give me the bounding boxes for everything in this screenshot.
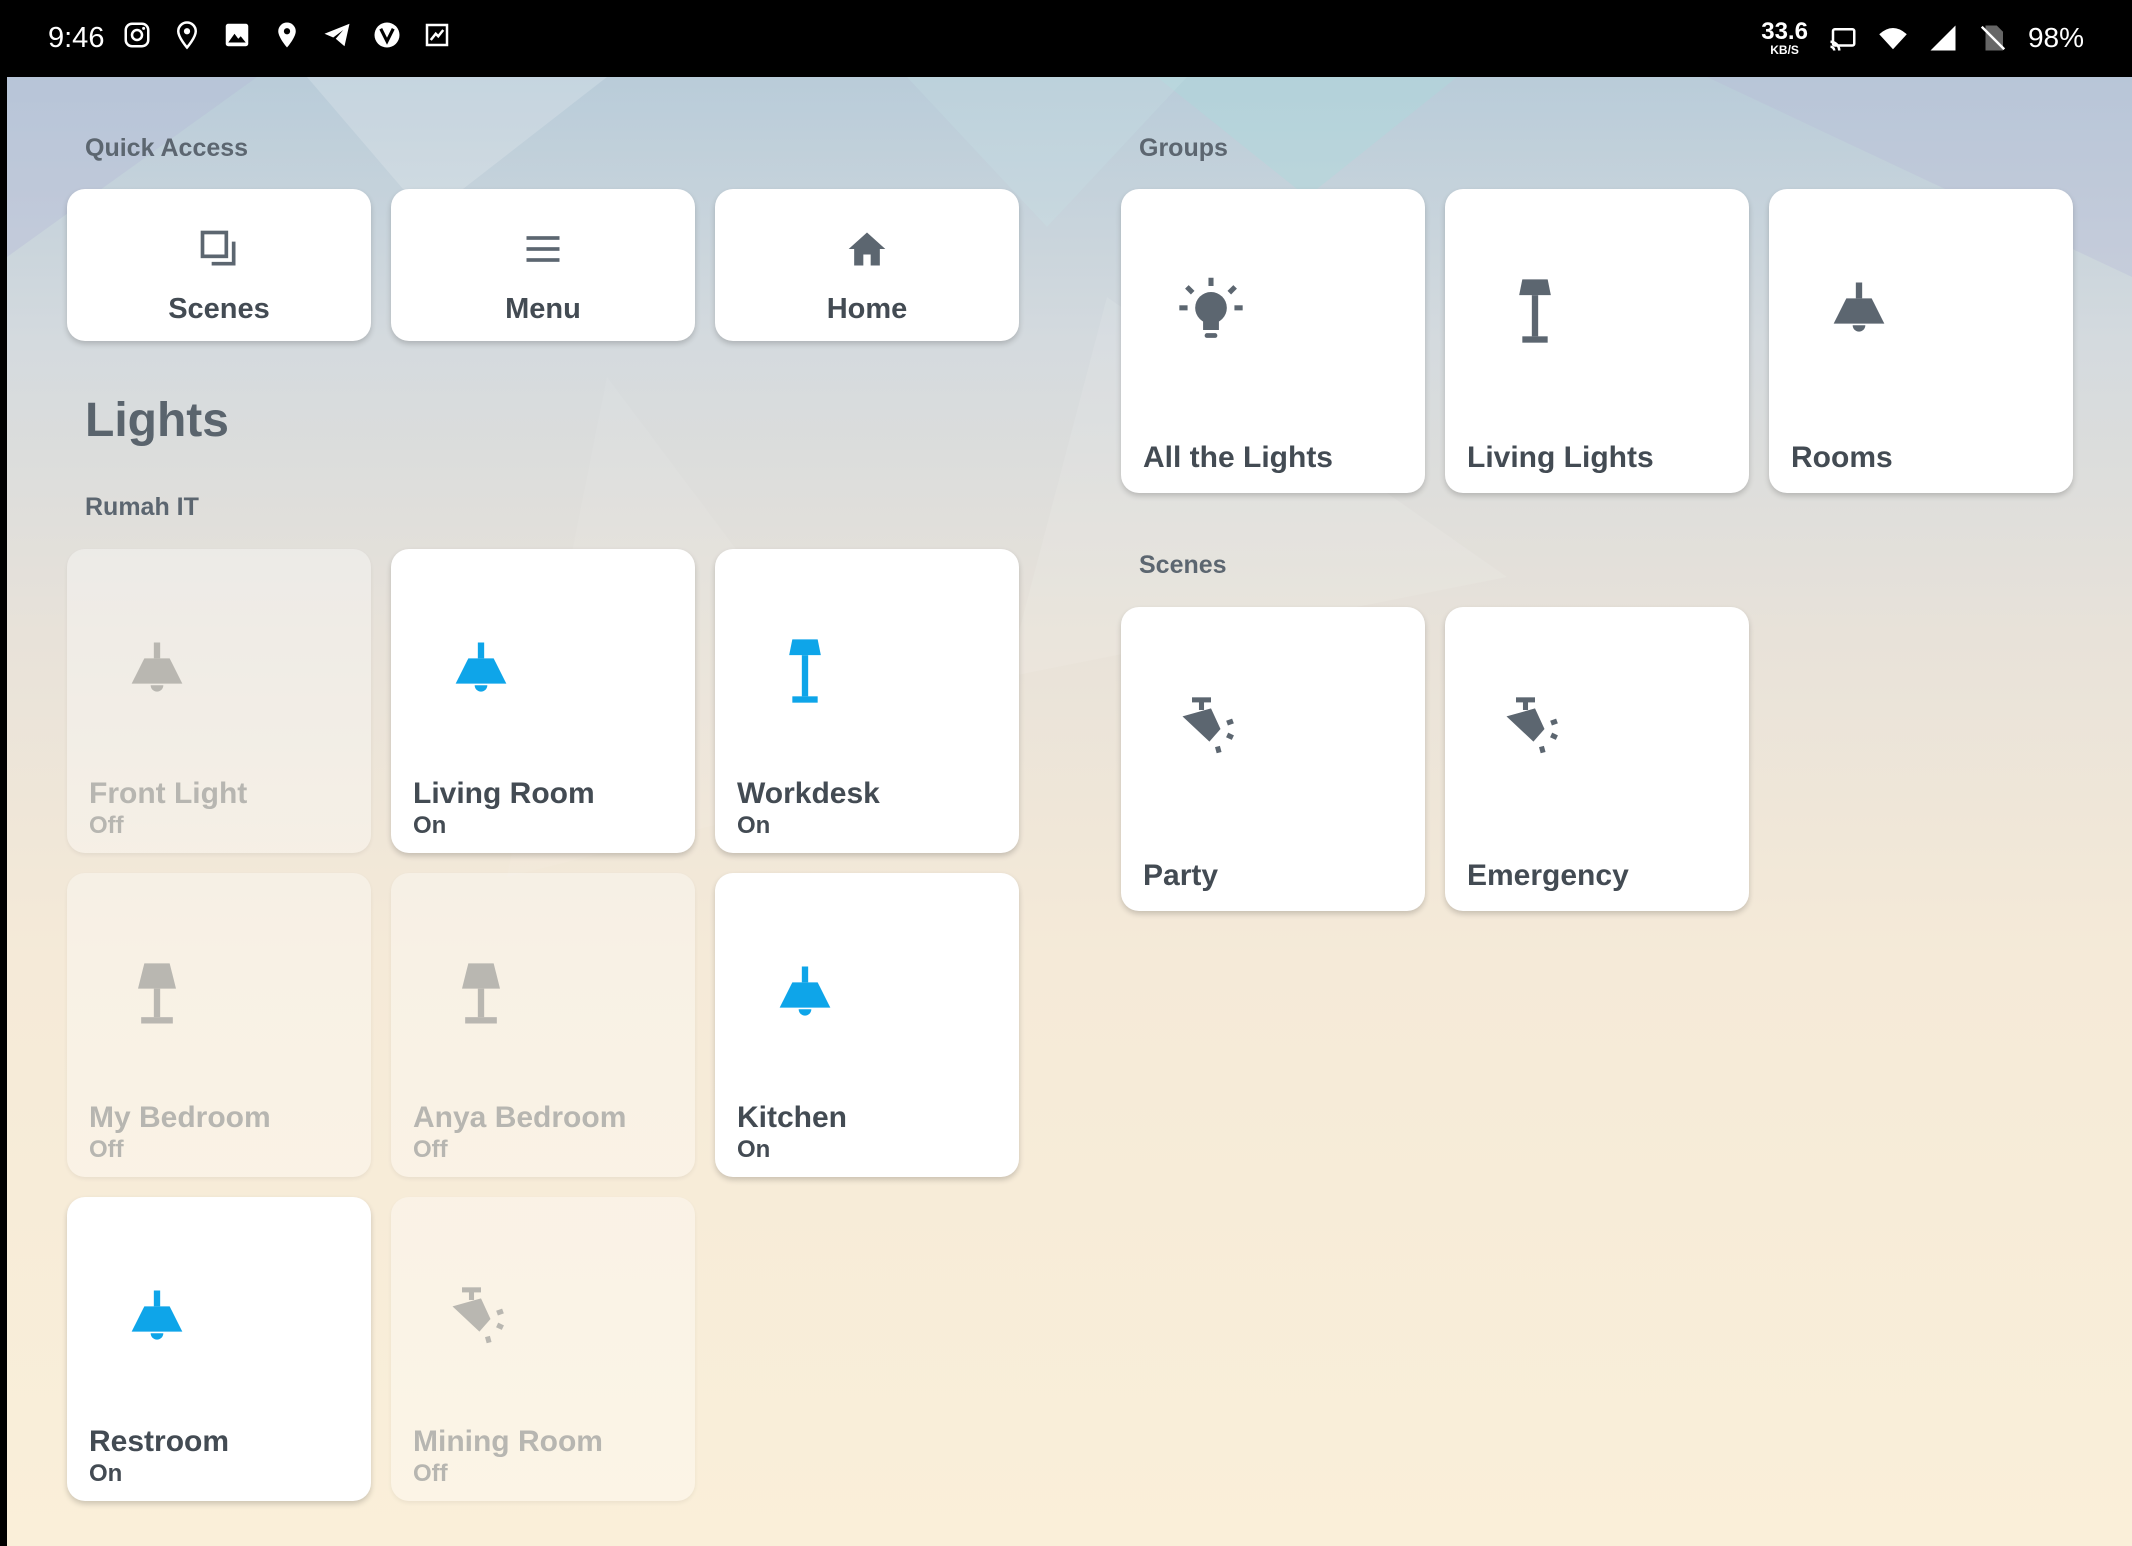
group-tile-all-the-lights[interactable]: All the Lights <box>1121 189 1425 493</box>
light-tile-living-room[interactable]: Living Room On <box>391 549 695 853</box>
scene-tile-party[interactable]: Party <box>1121 607 1425 911</box>
ceiling-lamp-icon <box>119 633 195 709</box>
light-state: Off <box>89 812 124 839</box>
network-speed-unit: KB/S <box>1770 43 1799 57</box>
group-name: All the Lights <box>1143 441 1333 474</box>
light-name: Workdesk <box>737 777 880 810</box>
cast-icon <box>1830 28 1856 51</box>
quick-access-scenes-label: Scenes <box>168 293 270 325</box>
light-tile-my-bedroom[interactable]: My Bedroom Off <box>67 873 371 1177</box>
notification-icons <box>122 20 452 50</box>
spotlight-icon <box>443 1281 519 1357</box>
cell-signal-icon <box>1930 25 1956 51</box>
light-tile-restroom[interactable]: Restroom On <box>67 1197 371 1501</box>
dashboard: Quick Access Scenes Menu Home Lights Rum… <box>7 77 2132 1546</box>
light-tile-workdesk[interactable]: Workdesk On <box>715 549 1019 853</box>
rumah-it-label: Rumah IT <box>85 493 199 521</box>
light-name: Kitchen <box>737 1101 848 1134</box>
scene-name: Party <box>1143 859 1219 892</box>
floor-lamp-icon <box>767 633 843 709</box>
screenshot-icon <box>425 23 449 47</box>
quick-access-home-label: Home <box>826 293 908 325</box>
group-name: Rooms <box>1791 441 1893 474</box>
lights-title: Lights <box>85 394 229 447</box>
light-state: On <box>89 1460 123 1487</box>
no-sim-icon <box>1980 25 2006 51</box>
ceiling-lamp-icon <box>443 633 519 709</box>
light-tile-mining-room[interactable]: Mining Room Off <box>391 1197 695 1501</box>
lightbulb-icon <box>1173 273 1249 349</box>
spotlight-icon <box>1173 691 1249 767</box>
ceiling-lamp-icon <box>1821 273 1897 349</box>
network-speed-value: 33.6 <box>1761 18 1808 45</box>
desk-lamp-icon <box>443 957 519 1033</box>
menu-icon <box>526 236 560 262</box>
network-speed: 33.6 KB/S <box>1761 18 1808 57</box>
desk-lamp-icon <box>119 957 195 1033</box>
image-icon <box>225 23 249 47</box>
light-tile-kitchen[interactable]: Kitchen On <box>715 873 1019 1177</box>
maps-pin-icon <box>278 22 296 48</box>
scenes-icon <box>200 230 236 266</box>
home-icon <box>848 232 886 266</box>
quick-access-home-button[interactable]: Home <box>715 189 1019 341</box>
light-state: Off <box>89 1136 124 1163</box>
floor-lamp-icon <box>1497 273 1573 349</box>
telegram-icon <box>324 23 350 47</box>
ceiling-lamp-icon <box>119 1281 195 1357</box>
quick-access-label: Quick Access <box>85 134 249 162</box>
wifi-icon <box>1879 28 1907 50</box>
location-pin-icon <box>176 21 198 50</box>
light-state: On <box>413 812 447 839</box>
battery-level: 98% <box>2027 22 2084 53</box>
quick-access-menu-button[interactable]: Menu <box>391 189 695 341</box>
group-tile-rooms[interactable]: Rooms <box>1769 189 2073 493</box>
group-name: Living Lights <box>1467 441 1654 474</box>
light-state: Off <box>413 1460 448 1487</box>
v-app-icon <box>374 22 400 48</box>
status-time: 9:46 <box>48 22 105 54</box>
light-name: My Bedroom <box>89 1101 271 1134</box>
quick-access-menu-label: Menu <box>505 293 581 325</box>
light-name: Living Room <box>413 777 595 810</box>
light-tile-front-light[interactable]: Front Light Off <box>67 549 371 853</box>
light-name: Front Light <box>89 777 248 810</box>
groups-label: Groups <box>1139 134 1228 162</box>
scene-name: Emergency <box>1467 859 1629 892</box>
light-name: Anya Bedroom <box>413 1101 627 1134</box>
group-tile-living-lights[interactable]: Living Lights <box>1445 189 1749 493</box>
light-state: On <box>737 1136 771 1163</box>
light-tile-anya-bedroom[interactable]: Anya Bedroom Off <box>391 873 695 1177</box>
light-name: Mining Room <box>413 1425 603 1458</box>
scenes-label: Scenes <box>1139 551 1227 579</box>
light-state: Off <box>413 1136 448 1163</box>
light-state: On <box>737 812 771 839</box>
ceiling-lamp-icon <box>767 957 843 1033</box>
spotlight-icon <box>1497 691 1573 767</box>
light-name: Restroom <box>89 1425 230 1458</box>
quick-access-scenes-button[interactable]: Scenes <box>67 189 371 341</box>
instagram-icon <box>124 22 150 48</box>
scene-tile-emergency[interactable]: Emergency <box>1445 607 1749 911</box>
system-status-icons: 33.6 KB/S 98% <box>1761 18 2084 57</box>
status-bar: 9:46 33.6 KB/S 98% <box>0 0 2132 77</box>
